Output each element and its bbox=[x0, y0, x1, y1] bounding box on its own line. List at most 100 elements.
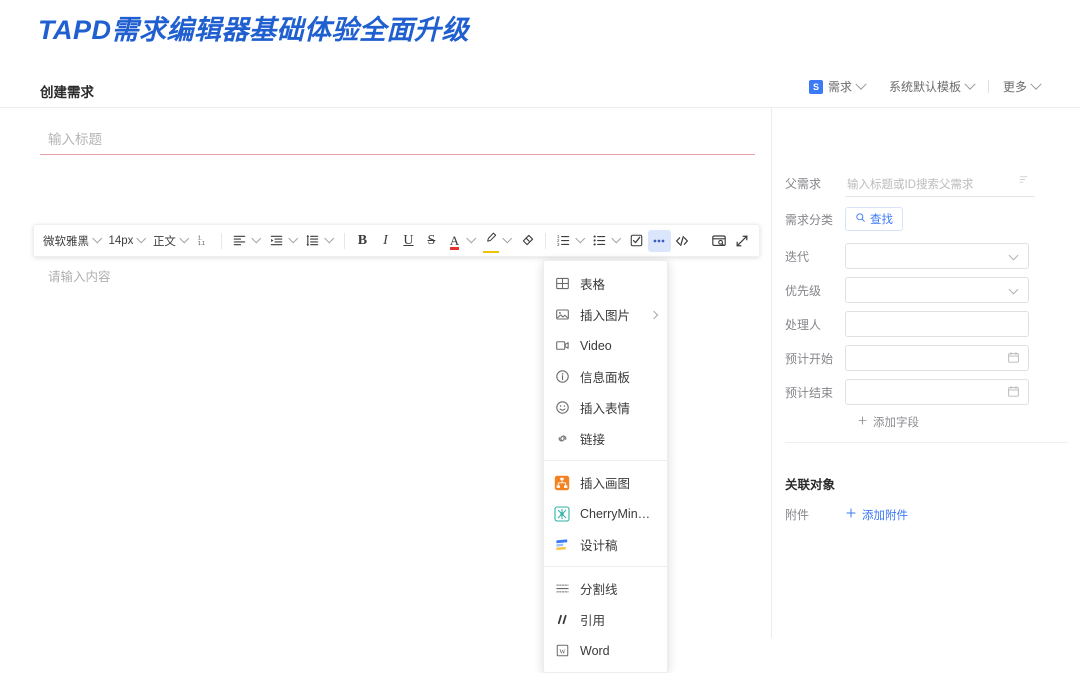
svg-text:1.1: 1.1 bbox=[198, 241, 205, 247]
menu-item-video[interactable]: Video bbox=[544, 330, 667, 361]
menu-item-design-draft[interactable]: 设计稿 bbox=[544, 529, 667, 560]
field-assignee: 处理人 bbox=[773, 311, 1080, 337]
font-color-button[interactable]: A bbox=[443, 230, 466, 252]
menu-item-insert-emoji[interactable]: 插入表情 bbox=[544, 392, 667, 423]
field-label: 父需求 bbox=[785, 177, 822, 191]
field-control[interactable]: 查找 bbox=[845, 207, 903, 231]
calendar-icon[interactable] bbox=[1007, 385, 1020, 403]
more-menu-button[interactable]: 更多 bbox=[991, 78, 1052, 95]
sidebar-divider bbox=[785, 442, 1068, 443]
parent-story-input[interactable]: 输入标题或ID搜索父需求 bbox=[845, 170, 1035, 197]
strikethrough-button[interactable]: S bbox=[420, 230, 443, 252]
italic-button[interactable]: I bbox=[374, 230, 397, 252]
highlight-pen-icon[interactable] bbox=[479, 230, 502, 253]
field-control[interactable] bbox=[845, 277, 1029, 303]
add-attachment-button[interactable]: 添加附件 bbox=[845, 507, 908, 523]
story-title-placeholder: 输入标题 bbox=[48, 132, 102, 147]
chevron-down-icon[interactable] bbox=[575, 233, 585, 243]
work-item-type-selector[interactable]: S 需求 bbox=[797, 78, 877, 95]
ordered-list-icon[interactable]: 1 2 3 bbox=[552, 230, 575, 252]
page-banner-title: TAPD需求编辑器基础体验全面升级 bbox=[38, 15, 469, 45]
field-control[interactable]: 添加附件 bbox=[845, 507, 908, 523]
chevron-down-icon[interactable] bbox=[288, 233, 298, 243]
template-selector[interactable]: 系统默认模板 bbox=[877, 78, 986, 95]
menu-item-info-panel[interactable]: 信息面板 bbox=[544, 361, 667, 392]
plus-icon bbox=[857, 415, 868, 429]
field-parent-story: 父需求 输入标题或ID搜索父需求 bbox=[773, 170, 1080, 197]
menu-item-link[interactable]: 链接 bbox=[544, 423, 667, 454]
chevron-down-icon[interactable] bbox=[612, 233, 622, 243]
heading-number-icon[interactable]: 1. 1.1 bbox=[192, 230, 215, 252]
chevron-down-icon[interactable] bbox=[466, 233, 476, 243]
field-control[interactable]: 输入标题或ID搜索父需求 bbox=[845, 170, 1035, 197]
add-field-label: 添加字段 bbox=[873, 417, 919, 429]
category-search-button[interactable]: 查找 bbox=[845, 207, 903, 231]
chevron-down-icon bbox=[1008, 250, 1019, 261]
underline-button[interactable]: U bbox=[397, 230, 420, 252]
menu-item-label: 分割线 bbox=[580, 583, 618, 597]
quote-icon bbox=[553, 611, 571, 629]
font-size-selector[interactable]: 14px bbox=[106, 235, 137, 247]
chevron-right-icon bbox=[649, 310, 659, 319]
field-planned-end: 预计结束 bbox=[773, 379, 1080, 405]
preview-screen-icon[interactable] bbox=[707, 230, 730, 252]
line-height-icon[interactable] bbox=[301, 230, 324, 252]
menu-item-insert-image[interactable]: 插入图片 bbox=[544, 299, 667, 330]
editor-content-placeholder[interactable]: 请输入内容 bbox=[48, 266, 111, 285]
plus-icon bbox=[845, 507, 857, 522]
assignee-input[interactable] bbox=[845, 311, 1029, 337]
align-left-icon[interactable] bbox=[228, 230, 251, 252]
font-family-selector[interactable]: 微软雅黑 bbox=[40, 233, 92, 249]
more-dots-icon[interactable] bbox=[647, 229, 671, 252]
code-icon[interactable] bbox=[671, 230, 694, 252]
app-header: 创建需求 S 需求 系统默认模板 更多 bbox=[0, 62, 1080, 108]
chevron-down-icon bbox=[855, 78, 867, 90]
menu-item-divider-line[interactable]: 分割线 bbox=[544, 573, 667, 604]
calendar-icon[interactable] bbox=[1007, 351, 1020, 369]
indent-icon[interactable] bbox=[265, 230, 288, 252]
info-panel-icon bbox=[553, 368, 571, 386]
field-control[interactable] bbox=[845, 379, 1029, 405]
filter-tiny-icon[interactable] bbox=[1018, 174, 1029, 188]
chevron-down-icon[interactable] bbox=[137, 233, 147, 243]
menu-item-quote[interactable]: 引用 bbox=[544, 604, 667, 635]
menu-item-label: 链接 bbox=[580, 433, 606, 447]
chevron-down-icon[interactable] bbox=[503, 233, 513, 243]
clear-format-icon[interactable] bbox=[516, 230, 539, 252]
checklist-icon[interactable] bbox=[625, 230, 648, 252]
priority-select[interactable] bbox=[845, 277, 1029, 303]
field-label: 附件 bbox=[785, 508, 810, 522]
add-field-button[interactable]: 添加字段 bbox=[857, 414, 919, 430]
chevron-down-icon[interactable] bbox=[179, 233, 189, 243]
menu-item-word[interactable]: W Word bbox=[544, 635, 667, 666]
insert-more-menu: 表格 插入图片 Video 信息面板 插入表情 链接 插入画图 CherryMi… bbox=[543, 260, 668, 673]
svg-text:3: 3 bbox=[557, 242, 560, 247]
field-control[interactable] bbox=[845, 311, 1029, 337]
field-control[interactable] bbox=[845, 243, 1029, 269]
field-control[interactable] bbox=[845, 345, 1029, 371]
fullscreen-expand-icon[interactable] bbox=[730, 230, 753, 252]
planned-start-input[interactable] bbox=[845, 345, 1029, 371]
chevron-down-icon[interactable] bbox=[92, 233, 102, 243]
editor-toolbar: 微软雅黑 14px 正文 1. 1.1 B I U S A 1 2 3 bbox=[33, 224, 760, 257]
highlight-pen-glyph bbox=[482, 231, 499, 253]
story-title-input[interactable]: 输入标题 bbox=[40, 120, 755, 155]
iteration-select[interactable] bbox=[845, 243, 1029, 269]
header-divider bbox=[987, 80, 989, 93]
paragraph-style-selector[interactable]: 正文 bbox=[150, 233, 179, 249]
bold-button[interactable]: B bbox=[351, 230, 374, 252]
menu-item-table[interactable]: 表格 bbox=[544, 268, 667, 299]
menu-item-cherrymind[interactable]: CherryMin… bbox=[544, 498, 667, 529]
menu-item-label: Word bbox=[580, 643, 610, 658]
chevron-down-icon[interactable] bbox=[325, 233, 335, 243]
template-label: 系统默认模板 bbox=[888, 80, 961, 94]
image-icon bbox=[553, 306, 571, 324]
app-window: 创建需求 S 需求 系统默认模板 更多 输入标题 微软雅黑 14px 正文 1.… bbox=[0, 62, 1080, 673]
bullet-list-icon[interactable] bbox=[588, 230, 611, 252]
planned-end-input[interactable] bbox=[845, 379, 1029, 405]
menu-item-insert-diagram[interactable]: 插入画图 bbox=[544, 467, 667, 498]
related-objects-heading: 关联对象 bbox=[785, 478, 836, 492]
story-type-badge: S bbox=[808, 79, 823, 94]
search-icon bbox=[855, 212, 866, 226]
chevron-down-icon[interactable] bbox=[252, 233, 262, 243]
